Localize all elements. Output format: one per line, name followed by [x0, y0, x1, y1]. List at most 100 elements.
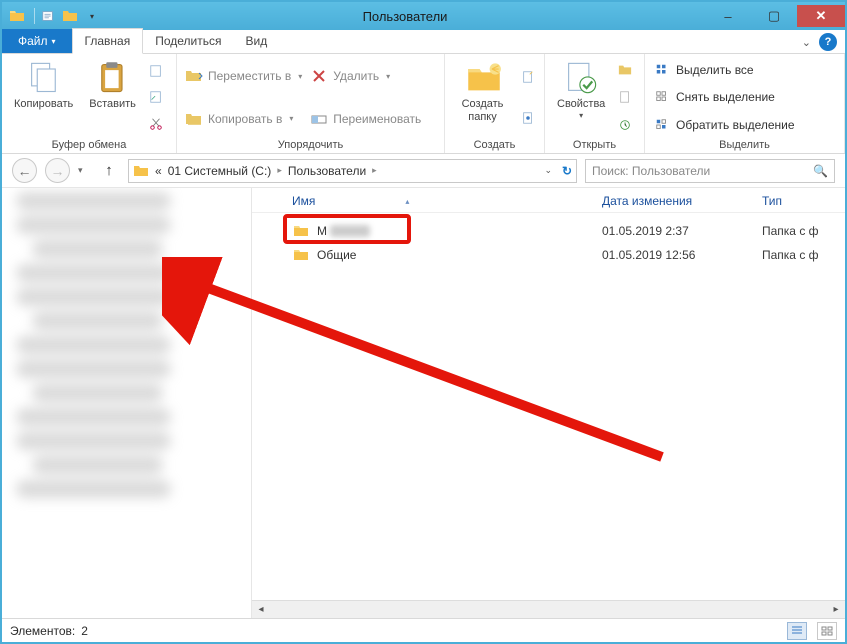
select-all-button[interactable]: Выделить все: [653, 59, 795, 81]
scroll-right-icon[interactable]: ▸: [827, 604, 845, 615]
main-area: Имя ▴ Дата изменения Тип М 01.05.2019 2:3…: [2, 188, 845, 618]
select-all-icon: [653, 61, 671, 79]
copy-to-button[interactable]: Копировать в▾: [185, 108, 302, 130]
blurred-text: [330, 225, 370, 237]
paste-path-icon[interactable]: [148, 64, 164, 78]
select-none-label: Снять выделение: [676, 90, 775, 104]
list-item[interactable]: Общие 01.05.2019 12:56 Папка с ф: [292, 243, 835, 267]
file-list: Имя ▴ Дата изменения Тип М 01.05.2019 2:3…: [252, 188, 845, 618]
edit-icon[interactable]: [617, 90, 633, 104]
chevron-down-icon: ▾: [386, 72, 390, 81]
scroll-left-icon[interactable]: ◂: [252, 604, 270, 615]
horizontal-scrollbar[interactable]: ◂ ▸: [252, 600, 845, 618]
blurred-tree: [2, 192, 241, 614]
rename-button[interactable]: Переименовать: [310, 108, 421, 130]
chevron-down-icon: ▾: [289, 114, 293, 123]
title-bar: ▾ Пользователи – ▢ ✕: [2, 2, 845, 30]
forward-button[interactable]: →: [45, 158, 70, 183]
group-open: Свойства ▾ Открыть: [545, 54, 645, 153]
search-input[interactable]: Поиск: Пользователи 🔍: [585, 159, 835, 183]
address-dropdown-icon[interactable]: ⌄: [544, 165, 552, 176]
chevron-right-icon: ▸: [372, 165, 377, 176]
item-date: 01.05.2019 12:56: [602, 248, 762, 262]
column-headers[interactable]: Имя ▴ Дата изменения Тип: [252, 188, 845, 213]
group-organize: Переместить в▾ Копировать в▾ Удалить▾ Пе…: [177, 54, 445, 153]
group-new-label: Создать: [453, 137, 536, 151]
copy-button[interactable]: Копировать: [10, 58, 77, 137]
up-button[interactable]: ↑: [98, 160, 120, 182]
paste-button[interactable]: Вставить: [85, 58, 140, 137]
cut-icon[interactable]: [148, 117, 164, 131]
move-to-button[interactable]: Переместить в▾: [185, 65, 302, 87]
navigation-pane[interactable]: [2, 188, 252, 618]
item-type: Папка с ф: [762, 248, 835, 262]
copy-to-icon: [185, 110, 203, 128]
qat-properties-icon[interactable]: [61, 7, 79, 25]
item-type: Папка с ф: [762, 224, 835, 238]
file-tab[interactable]: Файл ▾: [2, 29, 72, 53]
help-icon[interactable]: ?: [819, 33, 837, 51]
invert-label: Обратить выделение: [676, 118, 795, 132]
back-button[interactable]: ←: [12, 158, 37, 183]
search-icon: 🔍: [813, 164, 828, 178]
select-none-button[interactable]: Снять выделение: [653, 86, 795, 108]
rename-icon: [310, 110, 328, 128]
delete-label: Удалить: [333, 69, 379, 83]
tab-home[interactable]: Главная: [72, 28, 144, 54]
status-bar: Элементов: 2: [2, 618, 845, 642]
delete-icon: [310, 67, 328, 85]
qat-new-folder-icon[interactable]: [39, 7, 57, 25]
qat-dropdown-icon[interactable]: ▾: [83, 7, 101, 25]
invert-selection-button[interactable]: Обратить выделение: [653, 114, 795, 136]
properties-label: Свойства: [557, 98, 605, 111]
item-date: 01.05.2019 2:37: [602, 224, 762, 238]
column-name[interactable]: Имя: [292, 194, 315, 208]
easy-access-icon[interactable]: [520, 111, 536, 125]
new-folder-button[interactable]: Создать папку: [453, 58, 512, 137]
breadcrumb[interactable]: « 01 Системный (C:) ▸ Пользователи ▸ ⌄ ↻: [128, 159, 577, 183]
app-icon: [8, 7, 26, 25]
open-icon[interactable]: [617, 63, 633, 77]
paste-shortcut-icon[interactable]: [148, 90, 164, 104]
select-all-label: Выделить все: [676, 63, 754, 77]
history-icon[interactable]: [617, 118, 633, 132]
tab-share[interactable]: Поделиться: [143, 29, 233, 53]
move-icon: [185, 67, 203, 85]
rename-label: Переименовать: [333, 112, 421, 126]
breadcrumb-item-1[interactable]: Пользователи: [288, 164, 366, 178]
qat-separator: [34, 8, 35, 24]
file-rows: М 01.05.2019 2:37 Папка с ф Общие 01.05.…: [252, 213, 845, 600]
group-select-label: Выделить: [653, 137, 836, 151]
folder-icon: [292, 223, 310, 239]
minimize-button[interactable]: –: [705, 5, 751, 27]
tab-view[interactable]: Вид: [233, 29, 279, 53]
maximize-button[interactable]: ▢: [751, 5, 797, 27]
view-icons-button[interactable]: [817, 622, 837, 640]
status-label: Элементов:: [10, 624, 75, 638]
move-to-label: Переместить в: [208, 69, 291, 83]
invert-icon: [653, 116, 671, 134]
ribbon-collapse-icon[interactable]: ⌄: [802, 36, 811, 49]
group-clipboard: Копировать Вставить Буфер обмена: [2, 54, 177, 153]
chevron-down-icon: ▾: [52, 37, 56, 46]
history-dropdown-icon[interactable]: ▾: [78, 165, 90, 176]
group-clipboard-label: Буфер обмена: [10, 137, 168, 151]
refresh-icon[interactable]: ↻: [562, 164, 572, 178]
ribbon-tabs: Файл ▾ Главная Поделиться Вид ⌄ ?: [2, 30, 845, 54]
column-date[interactable]: Дата изменения: [602, 194, 762, 208]
delete-button[interactable]: Удалить ▾: [310, 65, 421, 87]
chevron-right-icon: ▸: [277, 165, 282, 176]
scroll-track[interactable]: [270, 603, 827, 617]
close-button[interactable]: ✕: [797, 5, 845, 27]
view-details-button[interactable]: [787, 622, 807, 640]
list-item[interactable]: М 01.05.2019 2:37 Папка с ф: [292, 219, 835, 243]
address-bar: ← → ▾ ↑ « 01 Системный (C:) ▸ Пользовате…: [2, 154, 845, 188]
window-title: Пользователи: [105, 9, 705, 24]
column-type[interactable]: Тип: [762, 194, 835, 208]
new-item-icon[interactable]: [520, 70, 536, 84]
new-folder-label: Создать папку: [457, 98, 508, 124]
group-select: Выделить все Снять выделение Обратить вы…: [645, 54, 845, 153]
properties-button[interactable]: Свойства ▾: [553, 58, 609, 137]
breadcrumb-item-0[interactable]: 01 Системный (C:): [168, 164, 272, 178]
sort-indicator-icon: ▴: [405, 197, 409, 206]
